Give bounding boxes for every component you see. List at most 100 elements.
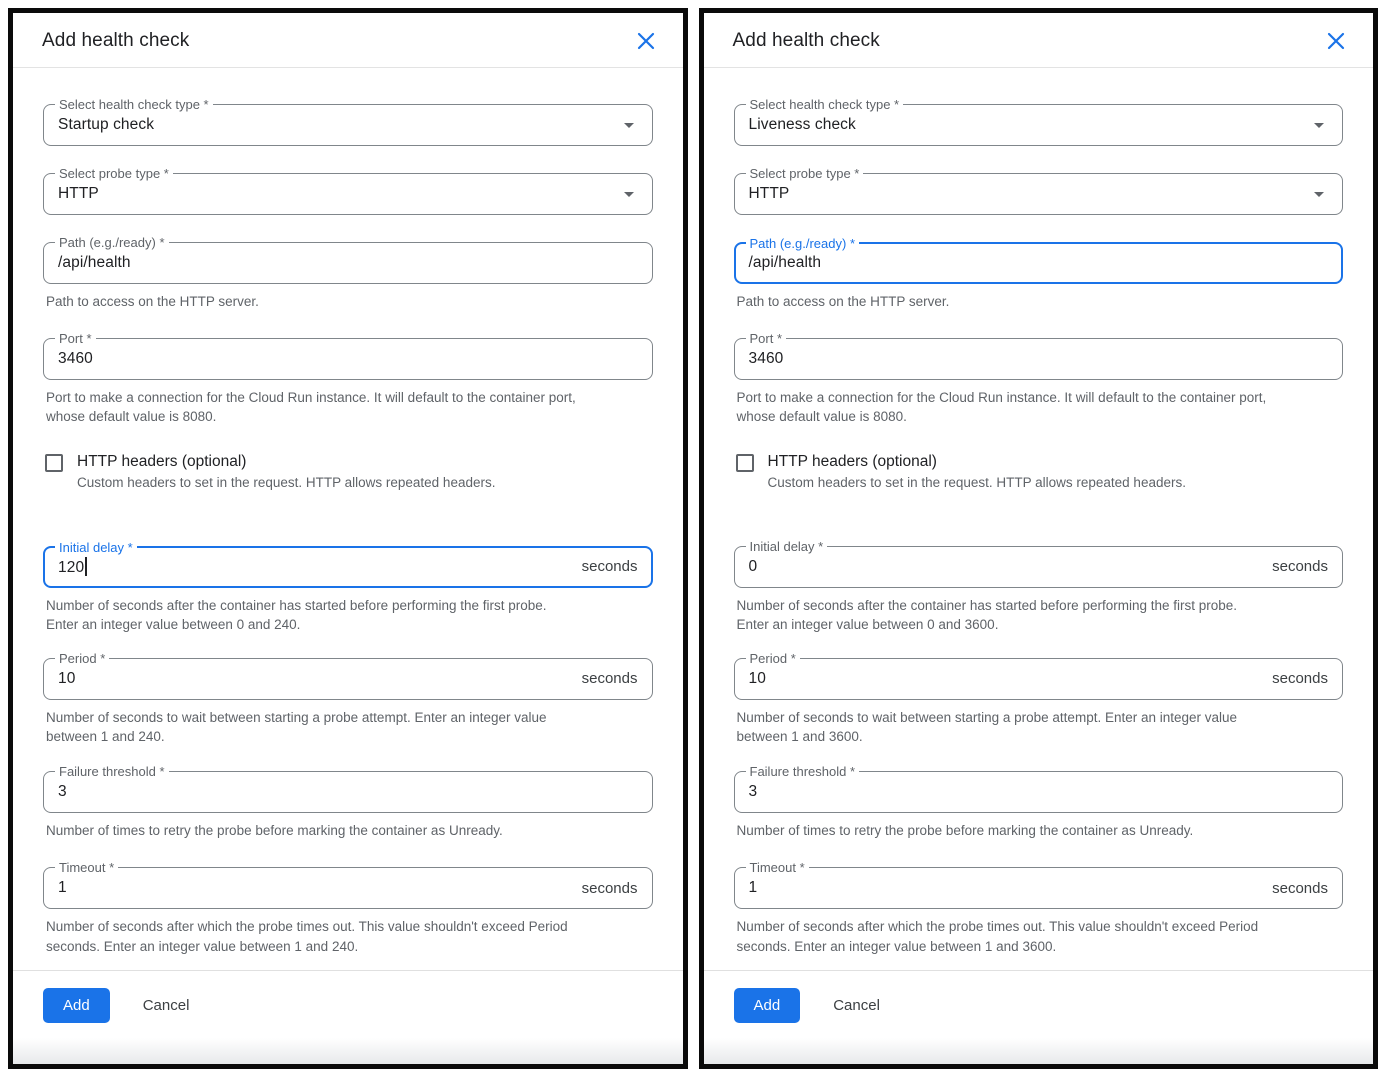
helper-text: Number of seconds after which the probe … (737, 917, 1344, 956)
http-headers-checkbox-row: HTTP headers (optional) Custom headers t… (45, 452, 653, 492)
dialog-title: Add health check (733, 30, 880, 52)
dialog-frame-startup: Add health check Select health check typ… (8, 8, 688, 1069)
field-label: Port * (55, 330, 96, 347)
health-check-type-select[interactable]: Select health check type * Startup check (43, 104, 653, 146)
close-icon[interactable] (1326, 31, 1346, 51)
field-label: Initial delay * (746, 538, 828, 555)
field-label: Select probe type * (746, 165, 864, 182)
field-value: 120 (58, 557, 582, 577)
add-button[interactable]: Add (43, 988, 110, 1023)
field-label: Path (e.g./ready) * (746, 235, 860, 252)
field-label: Failure threshold * (55, 763, 169, 780)
helper-text: Number of seconds to wait between starti… (737, 708, 1344, 747)
path-input[interactable]: Path (e.g./ready) * /api/health (43, 242, 653, 284)
chevron-down-icon (1314, 192, 1324, 197)
helper-text: Number of seconds after the container ha… (46, 596, 653, 635)
checkbox-description: Custom headers to set in the request. HT… (768, 473, 1186, 492)
field-value: HTTP (749, 185, 1315, 203)
dialog-title: Add health check (42, 30, 189, 52)
seconds-suffix: seconds (582, 558, 638, 575)
http-headers-checkbox[interactable] (736, 454, 754, 472)
dialog-footer: Add Cancel (13, 970, 683, 1038)
cancel-button[interactable]: Cancel (833, 997, 880, 1014)
field-value: 0 (749, 558, 1273, 576)
field-label: Failure threshold * (746, 763, 860, 780)
helper-text: Number of seconds after which the probe … (46, 917, 653, 956)
seconds-suffix: seconds (582, 670, 638, 687)
field-value: /api/health (58, 254, 638, 272)
initial-delay-input[interactable]: Initial delay * 0 seconds (734, 546, 1344, 588)
field-label: Period * (746, 650, 800, 667)
field-label: Initial delay * (55, 539, 137, 556)
failure-threshold-input[interactable]: Failure threshold * 3 (43, 771, 653, 813)
seconds-suffix: seconds (1272, 880, 1328, 897)
helper-text: Number of seconds to wait between starti… (46, 708, 653, 747)
period-input[interactable]: Period * 10 seconds (43, 658, 653, 700)
add-button[interactable]: Add (734, 988, 801, 1023)
field-value: 3 (58, 783, 638, 801)
close-icon[interactable] (636, 31, 656, 51)
field-value: 3460 (749, 350, 1329, 368)
field-value: /api/health (749, 254, 1329, 272)
timeout-input[interactable]: Timeout * 1 seconds (43, 867, 653, 909)
text-cursor (85, 557, 87, 576)
chevron-down-icon (1314, 123, 1324, 128)
port-input[interactable]: Port * 3460 (43, 338, 653, 380)
field-label: Path (e.g./ready) * (55, 234, 169, 251)
dialog-body: Select health check type * Liveness chec… (704, 68, 1374, 956)
field-value: Startup check (58, 116, 624, 134)
dialog-body: Select health check type * Startup check… (13, 68, 683, 956)
field-label: Timeout * (55, 859, 118, 876)
dialog-header: Add health check (13, 13, 683, 68)
initial-delay-input[interactable]: Initial delay * 120 seconds (43, 546, 653, 588)
helper-text: Path to access on the HTTP server. (737, 292, 1344, 312)
dialog-header: Add health check (704, 13, 1374, 68)
http-headers-checkbox[interactable] (45, 454, 63, 472)
probe-type-select[interactable]: Select probe type * HTTP (43, 173, 653, 215)
field-value: Liveness check (749, 116, 1315, 134)
port-input[interactable]: Port * 3460 (734, 338, 1344, 380)
dialog-frame-liveness: Add health check Select health check typ… (699, 8, 1379, 1069)
timeout-input[interactable]: Timeout * 1 seconds (734, 867, 1344, 909)
dialog-footer: Add Cancel (704, 970, 1374, 1038)
helper-text: Number of times to retry the probe befor… (737, 821, 1344, 841)
two-dialog-comparison: Add health check Select health check typ… (0, 0, 1386, 1077)
add-health-check-dialog-right: Add health check Select health check typ… (704, 13, 1374, 1064)
bottom-scroll-fade (704, 1038, 1374, 1064)
probe-type-select[interactable]: Select probe type * HTTP (734, 173, 1344, 215)
field-value: 3 (749, 783, 1329, 801)
health-check-type-select[interactable]: Select health check type * Liveness chec… (734, 104, 1344, 146)
field-label: Port * (746, 330, 787, 347)
http-headers-checkbox-row: HTTP headers (optional) Custom headers t… (736, 452, 1344, 492)
add-health-check-dialog-left: Add health check Select health check typ… (13, 13, 683, 1064)
field-value: 3460 (58, 350, 638, 368)
helper-text: Path to access on the HTTP server. (46, 292, 653, 312)
period-input[interactable]: Period * 10 seconds (734, 658, 1344, 700)
field-label: Period * (55, 650, 109, 667)
helper-text: Number of seconds after the container ha… (737, 596, 1344, 635)
field-value: HTTP (58, 185, 624, 203)
bottom-scroll-fade (13, 1038, 683, 1064)
field-label: Select health check type * (746, 96, 904, 113)
field-value: 10 (749, 670, 1273, 688)
checkbox-label: HTTP headers (optional) (768, 452, 1186, 471)
chevron-down-icon (624, 123, 634, 128)
field-label: Timeout * (746, 859, 809, 876)
chevron-down-icon (624, 192, 634, 197)
helper-text: Port to make a connection for the Cloud … (46, 388, 653, 427)
seconds-suffix: seconds (582, 880, 638, 897)
checkbox-label: HTTP headers (optional) (77, 452, 495, 471)
path-input[interactable]: Path (e.g./ready) * /api/health (734, 242, 1344, 284)
field-label: Select health check type * (55, 96, 213, 113)
failure-threshold-input[interactable]: Failure threshold * 3 (734, 771, 1344, 813)
field-value: 1 (58, 879, 582, 897)
cancel-button[interactable]: Cancel (143, 997, 190, 1014)
seconds-suffix: seconds (1272, 670, 1328, 687)
helper-text: Number of times to retry the probe befor… (46, 821, 653, 841)
field-value: 1 (749, 879, 1273, 897)
field-label: Select probe type * (55, 165, 173, 182)
helper-text: Port to make a connection for the Cloud … (737, 388, 1344, 427)
field-value: 10 (58, 670, 582, 688)
checkbox-description: Custom headers to set in the request. HT… (77, 473, 495, 492)
seconds-suffix: seconds (1272, 558, 1328, 575)
